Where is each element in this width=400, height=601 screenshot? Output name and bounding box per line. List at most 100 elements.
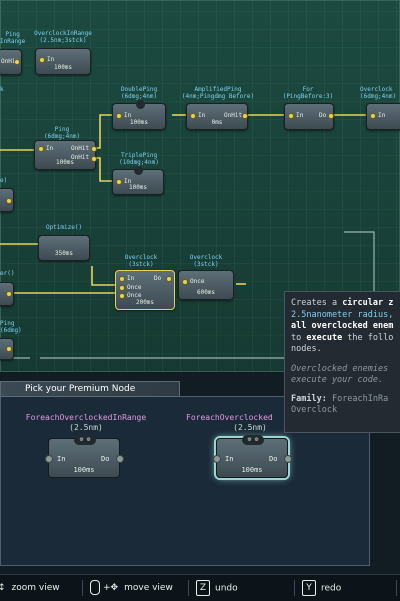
overclock-a-once1-label: Once [127,284,142,291]
tooltip-text-segment: execute [306,332,343,343]
left-er-out-pin[interactable] [6,291,12,297]
status-separator-1 [82,580,83,596]
pick-panel-title: Pick your Premium Node [25,384,136,394]
triple-ping-gear-icon [134,166,143,175]
double-ping-title: DoublePing (6dmg;4nm) [120,86,158,100]
pick-panel-header: Pick your Premium Node [0,381,180,397]
triple-ping-node[interactable]: In 100ms [112,166,164,195]
overclock-a-in-label: In [127,275,135,282]
redo-hint[interactable]: Yredo [302,580,341,596]
status-separator-2 [188,580,189,596]
left-er-node[interactable] [0,282,14,306]
ping-in-range-node[interactable]: OnHit [0,49,22,75]
zoom-label: zoom view [11,583,60,593]
premium-option-2-out-pin[interactable] [284,455,292,463]
overclock-in-range-in-label: In [47,56,55,63]
tooltip-text-segment: 2.5nanometer radius, [291,309,394,320]
triple-ping-title: TriplePing (10dmg;4nm) [119,152,159,166]
ping-node[interactable]: In OnHit OnHit 100ms [34,140,97,170]
ping-duration: 100ms [55,159,75,166]
overclock-a-out-pin[interactable] [166,276,172,282]
premium-option-2-out-label: Do [269,455,278,463]
overclock-in-range-duration: 100ms [53,64,73,71]
ping-in-pin[interactable] [38,146,44,152]
left-e-node[interactable] [0,188,14,212]
premium-option-1-in-label: In [57,455,66,463]
ping-title: Ping (6dmg;4nm) [43,126,81,140]
ping-out1-pin[interactable] [91,146,97,152]
tooltip-line: all overclocked enem [291,321,400,333]
left-e-out-pin[interactable] [6,198,12,204]
overclock-a-once1-pin[interactable] [119,285,125,291]
overclock-a-in-pin[interactable] [119,276,125,282]
tooltip-family: Family: ForeachInRa Overclock [291,394,400,417]
tooltip-family-value-2: Overclock [291,405,338,415]
overclock-right-node[interactable]: In [366,103,400,130]
overclock-in-range-in-pin[interactable] [39,57,45,63]
overclock-a-title: Overclock (3stck) [124,254,158,268]
status-bar: ↕ zoom view +✥ move view Zundo Yredo [0,574,400,601]
node-description-tooltip: Creates a circular z 2.5nanometer radius,… [284,291,400,433]
overclock-a-out-label: Do [154,275,162,282]
premium-option-1-out-label: Do [101,455,110,463]
overclock-b-once-pin[interactable] [182,279,188,285]
for-title: For (PingBefore:3) [282,86,334,100]
triple-ping-duration: 100ms [128,184,148,191]
for-out-pin[interactable] [328,113,334,119]
premium-option-1-out-pin[interactable] [116,455,124,463]
left-ping-title: Ping (6dmg) [0,320,22,334]
mouse-icon [90,580,100,595]
tooltip-text-segment: circular z [342,298,394,308]
optimize-duration: 350ms [54,250,74,257]
zoom-hint[interactable]: ↕ zoom view [0,580,60,596]
premium-option-1-duration: 100ms [73,466,95,474]
amplified-ping-title: AmplifiedPing (4nm;Pingdmg Before) [181,86,255,100]
overclock-a-node[interactable]: In Do Once Once 200ms [115,270,175,310]
amplified-ping-in-label: In [198,112,206,119]
amplified-ping-out-label: OnHit [224,112,243,119]
premium-option-1-in-pin[interactable] [45,455,53,463]
premium-option-2-in-label: In [225,455,234,463]
wire-ping-out1 [96,114,112,149]
for-out-label: Do [319,112,327,119]
tooltip-line: nodes. [291,344,400,356]
overclock-b-duration: 600ms [196,289,216,296]
undo-hint[interactable]: Zundo [196,580,238,596]
amplified-ping-duration: 0ms [211,119,223,126]
premium-option-2[interactable]: ⚙ ⚙ In Do 100ms [213,435,292,478]
double-ping-node[interactable]: In 100ms [112,100,166,130]
left-er-title: er() [0,270,15,277]
overclock-in-range-node[interactable]: In 100ms [35,48,91,75]
tooltip-note-line-2: execute your code. [291,375,384,385]
double-ping-duration: 100ms [129,119,149,126]
left-e-title: e) [0,177,8,184]
tooltip-note: Overclocked enemies execute your code. [291,364,400,387]
overclock-right-in-pin[interactable] [370,113,376,119]
tooltip-text-segment: the follo [342,332,394,343]
ping-in-range-out-pin[interactable] [14,59,20,65]
overclock-right-in-label: In [378,112,386,119]
tooltip-family-label: Family: [291,393,327,404]
double-ping-gear-icon [136,100,145,109]
wire-ping-out2 [96,157,112,182]
left-k-title: k [0,86,4,93]
left-ping-out-pin[interactable] [6,346,12,352]
undo-key: Z [196,580,210,596]
left-ping-node[interactable] [0,338,14,360]
undo-label: undo [215,583,238,594]
move-hint[interactable]: +✥ move view [90,580,173,596]
optimize-node[interactable]: 350ms [38,235,90,261]
for-in-pin[interactable] [288,113,294,119]
for-node[interactable]: In Do [284,103,334,130]
zoom-icon: ↕ [0,583,6,593]
move-label: move view [124,583,173,593]
premium-option-2-in-pin[interactable] [213,455,221,463]
premium-option-1[interactable]: ⚙ ⚙ In Do 100ms [45,435,124,478]
tooltip-text-segment: Creates a [291,298,343,308]
overclock-a-once2-label: Once [127,292,142,299]
premium-option-1-gear-icon: ⚙ ⚙ [74,435,96,445]
status-separator-4 [396,580,397,596]
overclock-b-node[interactable]: Once 600ms [178,270,234,300]
amplified-ping-node[interactable]: In OnHit 0ms [186,103,248,130]
premium-option-2-params: (2.5nm) [233,423,267,432]
